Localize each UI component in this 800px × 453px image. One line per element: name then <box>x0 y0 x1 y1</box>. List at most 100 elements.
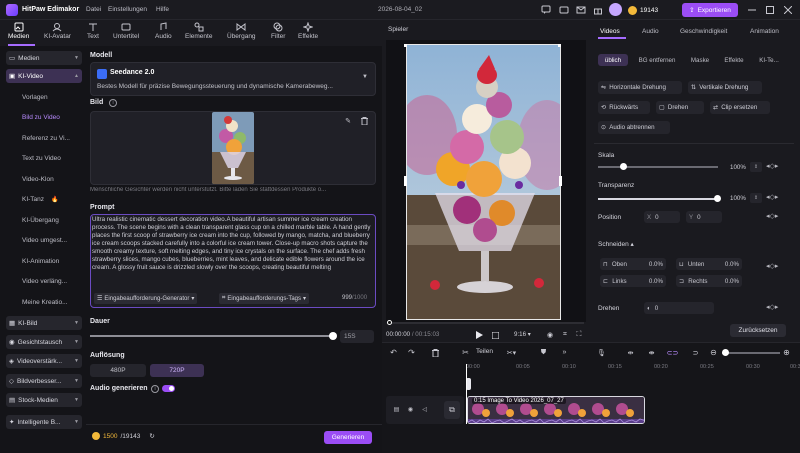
zoom-in-icon[interactable]: ⊕ <box>781 347 792 358</box>
link-icon[interactable]: ⊂⊃ <box>667 347 679 358</box>
model-select[interactable] <box>90 62 376 96</box>
keyframe-icon[interactable]: ◂◇▸ <box>766 162 778 170</box>
aspect-ratio-select[interactable]: 9:16 ▾ <box>514 331 531 338</box>
video-preview[interactable] <box>406 44 561 320</box>
reset-button[interactable]: Zurücksetzen <box>730 324 786 337</box>
sidebar-item-vorlagen[interactable]: Vorlagen <box>22 94 48 101</box>
scissors-icon[interactable]: ✂ <box>460 347 471 358</box>
tool-untertitel[interactable]: Untertitel <box>113 22 139 44</box>
credit-balance[interactable]: 19143 <box>628 4 658 16</box>
sidebar-item-medien[interactable]: ▭ Medien ▼ <box>6 51 82 65</box>
playback-handle[interactable] <box>387 320 392 325</box>
refresh-icon[interactable]: ↻ <box>149 432 154 440</box>
subtab-effekte[interactable]: Effekte <box>720 54 748 66</box>
tool-ki-avatar[interactable]: KI-Avatar <box>44 22 71 44</box>
crop-top-field[interactable]: ⊓ Oben 0.0% <box>600 258 666 270</box>
flip-vertical-button[interactable]: ⇅ Vertikale Drehung <box>688 81 762 94</box>
keyframe-icon[interactable]: ◂◇▸ <box>766 212 778 220</box>
edit-icon[interactable]: ✎ <box>344 117 352 125</box>
sidebar-item-meine-kreationen[interactable]: Meine Kreatio... <box>22 299 68 306</box>
crop-label[interactable]: Schneiden ▴ <box>598 240 634 248</box>
tab-videos[interactable]: Videos <box>600 28 620 35</box>
sidebar-item-video-klon[interactable]: Video-Klon <box>22 176 54 183</box>
caret-down-icon[interactable]: ▼ <box>362 74 368 80</box>
replace-clip-button[interactable]: ⇄ Clip ersetzen <box>710 101 770 114</box>
prompt-tags-button[interactable]: ⌗ Eingabeaufforderungs-Tags ▾ <box>219 293 310 304</box>
close-icon[interactable] <box>782 4 794 16</box>
flip-horizontal-button[interactable]: ⇋ Horizontale Drehung <box>598 81 682 94</box>
delete-icon[interactable] <box>360 117 368 125</box>
opacity-slider[interactable] <box>598 198 718 200</box>
tool-medien[interactable]: Medien <box>8 22 29 44</box>
avatar[interactable] <box>609 3 622 16</box>
snapshot-icon[interactable]: ◉ <box>545 330 555 340</box>
time-ruler[interactable]: 00:00 00:05 00:10 00:15 00:20 00:25 00:3… <box>466 364 800 374</box>
split-button[interactable]: Teilen <box>476 348 493 355</box>
tool-uebergang[interactable]: Übergang <box>227 22 256 44</box>
scale-slider[interactable] <box>598 166 718 168</box>
speaker-icon[interactable]: ◁ <box>420 405 429 414</box>
sidebar-item-bild-zu-video[interactable]: Bild zu Video <box>22 114 60 121</box>
info-icon[interactable]: i <box>109 99 117 107</box>
tool-filter[interactable]: Filter <box>271 22 285 44</box>
magnet-icon[interactable]: ⊃ <box>690 347 701 358</box>
forward-icon[interactable]: » <box>559 347 570 358</box>
microphone-icon[interactable]: 🎙 <box>596 347 607 358</box>
zoom-slider[interactable] <box>722 352 780 354</box>
sidebar-item-stock-medien[interactable]: ▤ Stock-Medien ▼ <box>6 393 82 407</box>
generate-button[interactable]: Generieren <box>324 431 372 444</box>
stepper-icon[interactable]: ⇕ <box>750 162 762 172</box>
shield-icon[interactable]: ⛊ <box>538 347 549 358</box>
gift-icon[interactable] <box>592 4 604 16</box>
rotate-field[interactable]: ◐ 0 <box>644 302 714 314</box>
sidebar-item-referenz[interactable]: Referenz zu Vi... <box>22 135 70 142</box>
tab-geschwindigkeit[interactable]: Geschwindigkeit <box>680 28 727 35</box>
opacity-slider-handle[interactable] <box>714 195 721 202</box>
position-y-field[interactable]: Y0 <box>686 211 722 223</box>
opacity-value[interactable]: 100% <box>730 195 746 202</box>
tool-audio[interactable]: Audio <box>155 22 172 44</box>
info-icon[interactable]: i <box>151 385 159 393</box>
subtab-maske[interactable]: Maske <box>686 54 714 66</box>
sidebar-item-gesichtstausch[interactable]: ◉ Gesichtstausch ▼ <box>6 335 82 349</box>
snap-icon[interactable]: ⇼ <box>646 347 657 358</box>
stepper-icon[interactable]: ⇕ <box>750 193 762 203</box>
tool-elemente[interactable]: Elemente <box>185 22 212 44</box>
message-icon[interactable] <box>558 4 570 16</box>
play-icon[interactable] <box>474 330 484 340</box>
crop-right-field[interactable]: ⊐ Rechts 0.0% <box>676 275 742 287</box>
crop-handle[interactable] <box>404 176 407 186</box>
crop-handle[interactable] <box>404 44 407 47</box>
subtab-ueblich[interactable]: üblich <box>598 54 628 66</box>
rotate-button[interactable]: ▢ Drehen <box>656 101 704 114</box>
sidebar-item-ki-video[interactable]: ▣ KI-Video ▲ <box>6 69 82 83</box>
crop-bottom-field[interactable]: ⊔ Unten 0.0% <box>676 258 742 270</box>
sidebar-item-ki-uebergang[interactable]: KI-Übergang <box>22 217 59 224</box>
sidebar-item-videoverstaerker[interactable]: ◈ Videoverstärk... ▼ <box>6 354 82 368</box>
zoom-out-icon[interactable]: ⊖ <box>708 347 719 358</box>
audio-toggle[interactable] <box>162 385 175 392</box>
subtab-ki-text[interactable]: KI-Te... <box>754 54 784 66</box>
prompt-text[interactable]: Ultra realistic cinematic dessert decora… <box>92 216 373 290</box>
playback-progress[interactable] <box>390 322 584 324</box>
crop-icon[interactable]: ⌗ <box>560 330 570 340</box>
stop-icon[interactable] <box>490 330 500 340</box>
sidebar-item-video-umgestalten[interactable]: Video umgest... <box>22 237 67 244</box>
sidebar-item-intelligente-b[interactable]: ✦ Intelligente B... ▼ <box>6 415 82 429</box>
tab-audio[interactable]: Audio <box>642 28 659 35</box>
mail-icon[interactable] <box>575 4 587 16</box>
cut-options-icon[interactable]: ✂▾ <box>506 347 517 358</box>
undo-icon[interactable]: ↶ <box>388 347 399 358</box>
position-x-field[interactable]: X0 <box>644 211 680 223</box>
menu-einstellungen[interactable]: Einstellungen <box>108 6 147 13</box>
res-720p-button[interactable]: 720P <box>150 364 204 377</box>
prompt-generator-button[interactable]: ☰ Eingabeaufforderung-Generator ▾ <box>94 293 198 304</box>
zoom-slider-handle[interactable] <box>722 349 729 356</box>
minimize-icon[interactable] <box>746 4 758 16</box>
sidebar-item-ki-tanz[interactable]: KI-Tanz <box>22 196 44 203</box>
maximize-icon[interactable] <box>764 4 776 16</box>
tool-effekte[interactable]: Effekte <box>298 22 318 44</box>
export-button[interactable]: ⇪ Exportieren <box>682 3 738 17</box>
crop-left-field[interactable]: ⊏ Links 0.0% <box>600 275 666 287</box>
visibility-icon[interactable]: ◉ <box>406 405 415 414</box>
